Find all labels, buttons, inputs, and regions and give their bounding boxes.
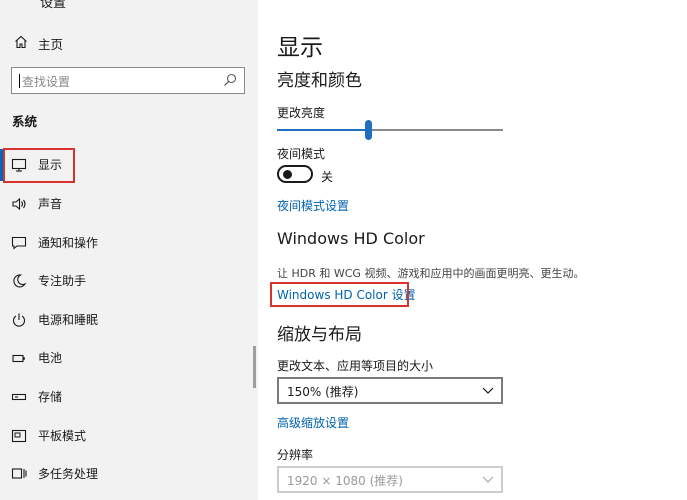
sidebar-item-sound[interactable]: 声音 bbox=[0, 186, 258, 222]
search-icon[interactable] bbox=[223, 73, 237, 87]
night-mode-state: 关 bbox=[321, 170, 334, 184]
chevron-down-icon bbox=[482, 387, 494, 394]
brightness-slider-fill bbox=[277, 129, 368, 131]
night-mode-label: 夜间模式 bbox=[277, 147, 326, 161]
highlight-box-display bbox=[3, 148, 75, 183]
toggle-knob bbox=[283, 170, 292, 179]
sidebar-item-home-label: 主页 bbox=[38, 37, 64, 52]
brightness-label: 更改亮度 bbox=[277, 106, 326, 120]
resolution-dropdown-value: 1920 × 1080 (推荐) bbox=[287, 474, 403, 488]
power-icon bbox=[12, 313, 26, 327]
highlight-box-hd-color bbox=[270, 282, 409, 307]
section-title-system: 系统 bbox=[12, 114, 38, 129]
home-icon bbox=[15, 35, 27, 49]
resolution-label: 分辨率 bbox=[277, 448, 314, 462]
sidebar-item-notifications[interactable]: 通知和操作 bbox=[0, 225, 258, 261]
sidebar-item-label: 电池 bbox=[38, 351, 63, 365]
tablet-icon bbox=[11, 429, 27, 443]
sidebar: 设置 主页 查找设置 系统 显示 声音 通知和操作 专注助手 电源和睡眠 电池 … bbox=[0, 0, 258, 500]
speaker-icon bbox=[12, 197, 26, 211]
sidebar-item-label: 通知和操作 bbox=[38, 236, 99, 250]
section-heading-scale: 缩放与布局 bbox=[277, 325, 362, 345]
search-placeholder: 查找设置 bbox=[22, 75, 71, 89]
multitask-icon bbox=[11, 468, 27, 479]
scale-dropdown-value: 150% (推荐) bbox=[287, 385, 359, 399]
sidebar-item-battery[interactable]: 电池 bbox=[0, 340, 258, 376]
scale-label: 更改文本、应用等项目的大小 bbox=[277, 359, 434, 373]
section-heading-brightness: 亮度和颜色 bbox=[277, 71, 362, 91]
sidebar-item-label: 专注助手 bbox=[38, 274, 87, 288]
sidebar-item-label: 电源和睡眠 bbox=[38, 313, 99, 327]
sidebar-item-storage[interactable]: 存储 bbox=[0, 379, 258, 415]
sidebar-scrollbar[interactable] bbox=[253, 346, 256, 388]
search-input[interactable]: 查找设置 bbox=[11, 67, 245, 94]
sidebar-item-home[interactable]: 主页 bbox=[0, 30, 258, 56]
sidebar-item-label: 声音 bbox=[38, 197, 63, 211]
window-title: 设置 bbox=[40, 0, 67, 11]
scale-dropdown[interactable]: 150% (推荐) bbox=[277, 377, 503, 404]
sidebar-item-label: 平板模式 bbox=[38, 429, 87, 443]
text-caret bbox=[19, 74, 20, 88]
sidebar-item-multitasking[interactable]: 多任务处理 bbox=[0, 456, 258, 492]
notification-icon bbox=[11, 236, 27, 250]
sidebar-item-focus-assist[interactable]: 专注助手 bbox=[0, 263, 258, 299]
sidebar-item-label: 存储 bbox=[38, 390, 63, 404]
battery-icon bbox=[12, 354, 25, 363]
hd-color-description: 让 HDR 和 WCG 视频、游戏和应用中的画面更明亮、更生动。 bbox=[277, 267, 585, 280]
section-heading-hd-color: Windows HD Color bbox=[277, 229, 425, 248]
moon-icon bbox=[13, 274, 27, 288]
resolution-dropdown[interactable]: 1920 × 1080 (推荐) bbox=[277, 466, 503, 493]
night-mode-toggle[interactable] bbox=[277, 165, 313, 183]
page-title: 显示 bbox=[277, 35, 323, 61]
chevron-down-icon bbox=[482, 476, 494, 483]
sidebar-item-label: 多任务处理 bbox=[38, 467, 99, 481]
sidebar-item-tablet[interactable]: 平板模式 bbox=[0, 418, 258, 454]
sidebar-item-power[interactable]: 电源和睡眠 bbox=[0, 302, 258, 338]
brightness-slider-thumb[interactable] bbox=[365, 120, 372, 140]
storage-icon bbox=[11, 393, 27, 401]
advanced-scaling-link[interactable]: 高级缩放设置 bbox=[277, 414, 349, 431]
night-mode-settings-link[interactable]: 夜间模式设置 bbox=[277, 197, 349, 214]
